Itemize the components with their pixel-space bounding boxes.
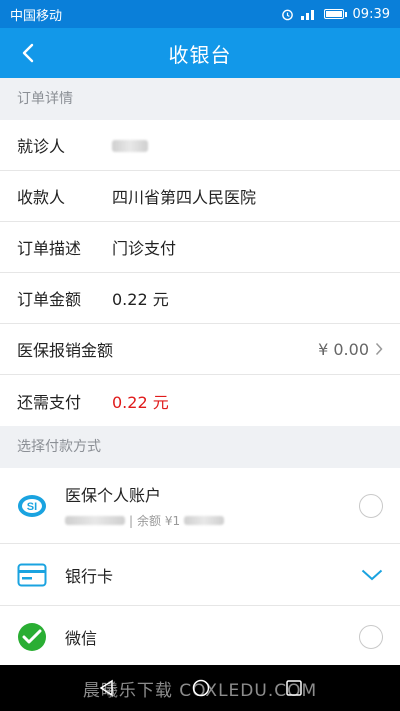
insurance-reimburse-label: 医保报销金额 (17, 341, 114, 360)
back-button[interactable] (10, 28, 46, 78)
insurance-reimburse-row[interactable]: 医保报销金额 ¥ 0.00 (0, 324, 400, 375)
bank-card-name: 银行卡 (65, 566, 114, 586)
status-icons: 09:39 (281, 7, 390, 22)
bank-card-icon (17, 560, 47, 590)
nav-recent-icon[interactable] (285, 679, 303, 697)
wechat-pay-icon (17, 622, 47, 652)
battery-icon (323, 9, 344, 19)
remaining-payment-value: 0.22 元 (112, 392, 169, 412)
blurred-balance (184, 516, 225, 525)
description-value: 门诊支付 (112, 239, 177, 258)
payment-method-insurance[interactable]: SI 医保个人账户 | 余额 ¥1 (0, 468, 400, 544)
description-label: 订单描述 (17, 239, 82, 258)
insurance-reimburse-value: ¥ 0.00 (318, 339, 369, 359)
status-time: 09:39 (352, 6, 390, 22)
remaining-payment-label: 还需支付 (17, 392, 82, 412)
patient-row: 就诊人 (0, 120, 400, 171)
payment-method-wechat[interactable]: 微信 (0, 606, 400, 668)
patient-value (112, 136, 148, 155)
status-bar: 中国移动 09:39 (0, 0, 400, 28)
payee-value: 四川省第四人民医院 (112, 188, 257, 207)
wechat-radio[interactable] (359, 624, 383, 649)
chevron-left-icon (22, 43, 34, 63)
description-row: 订单描述 门诊支付 (0, 222, 400, 273)
chevron-right-icon (375, 342, 383, 356)
payee-row: 收款人 四川省第四人民医院 (0, 171, 400, 222)
insurance-radio[interactable] (359, 493, 383, 518)
amount-value: 0.22 元 (112, 290, 169, 309)
payee-label: 收款人 (17, 188, 66, 207)
amount-label: 订单金额 (17, 290, 82, 309)
order-section-title: 订单详情 (0, 78, 400, 120)
page-title: 收银台 (168, 42, 232, 67)
alarm-icon (281, 9, 293, 20)
svg-text:SI: SI (27, 501, 37, 513)
carrier-name: 中国移动 (10, 8, 63, 24)
blurred-account-number (65, 516, 125, 525)
chevron-down-icon[interactable] (361, 569, 383, 581)
nav-home-icon[interactable] (191, 678, 211, 698)
remaining-payment-row: 还需支付 0.22 元 (0, 375, 400, 426)
insurance-account-name: 医保个人账户 (65, 486, 162, 505)
payment-method-bank-card[interactable]: 银行卡 (0, 544, 400, 606)
amount-row: 订单金额 0.22 元 (0, 273, 400, 324)
insurance-account-sub: | 余额 ¥1 (65, 512, 359, 529)
social-insurance-icon: SI (17, 491, 47, 521)
header-bar: 收银台 (0, 28, 400, 78)
insurance-reimburse-value-wrap: ¥ 0.00 (318, 340, 383, 359)
blurred-name (112, 140, 148, 152)
system-nav-bar (0, 665, 400, 711)
patient-label: 就诊人 (17, 137, 66, 156)
payment-section-title: 选择付款方式 (0, 426, 400, 468)
wechat-name: 微信 (65, 628, 98, 648)
signal-icon (300, 10, 314, 20)
nav-back-icon[interactable] (97, 678, 117, 698)
insurance-balance: 余额 ¥1 (137, 514, 181, 528)
